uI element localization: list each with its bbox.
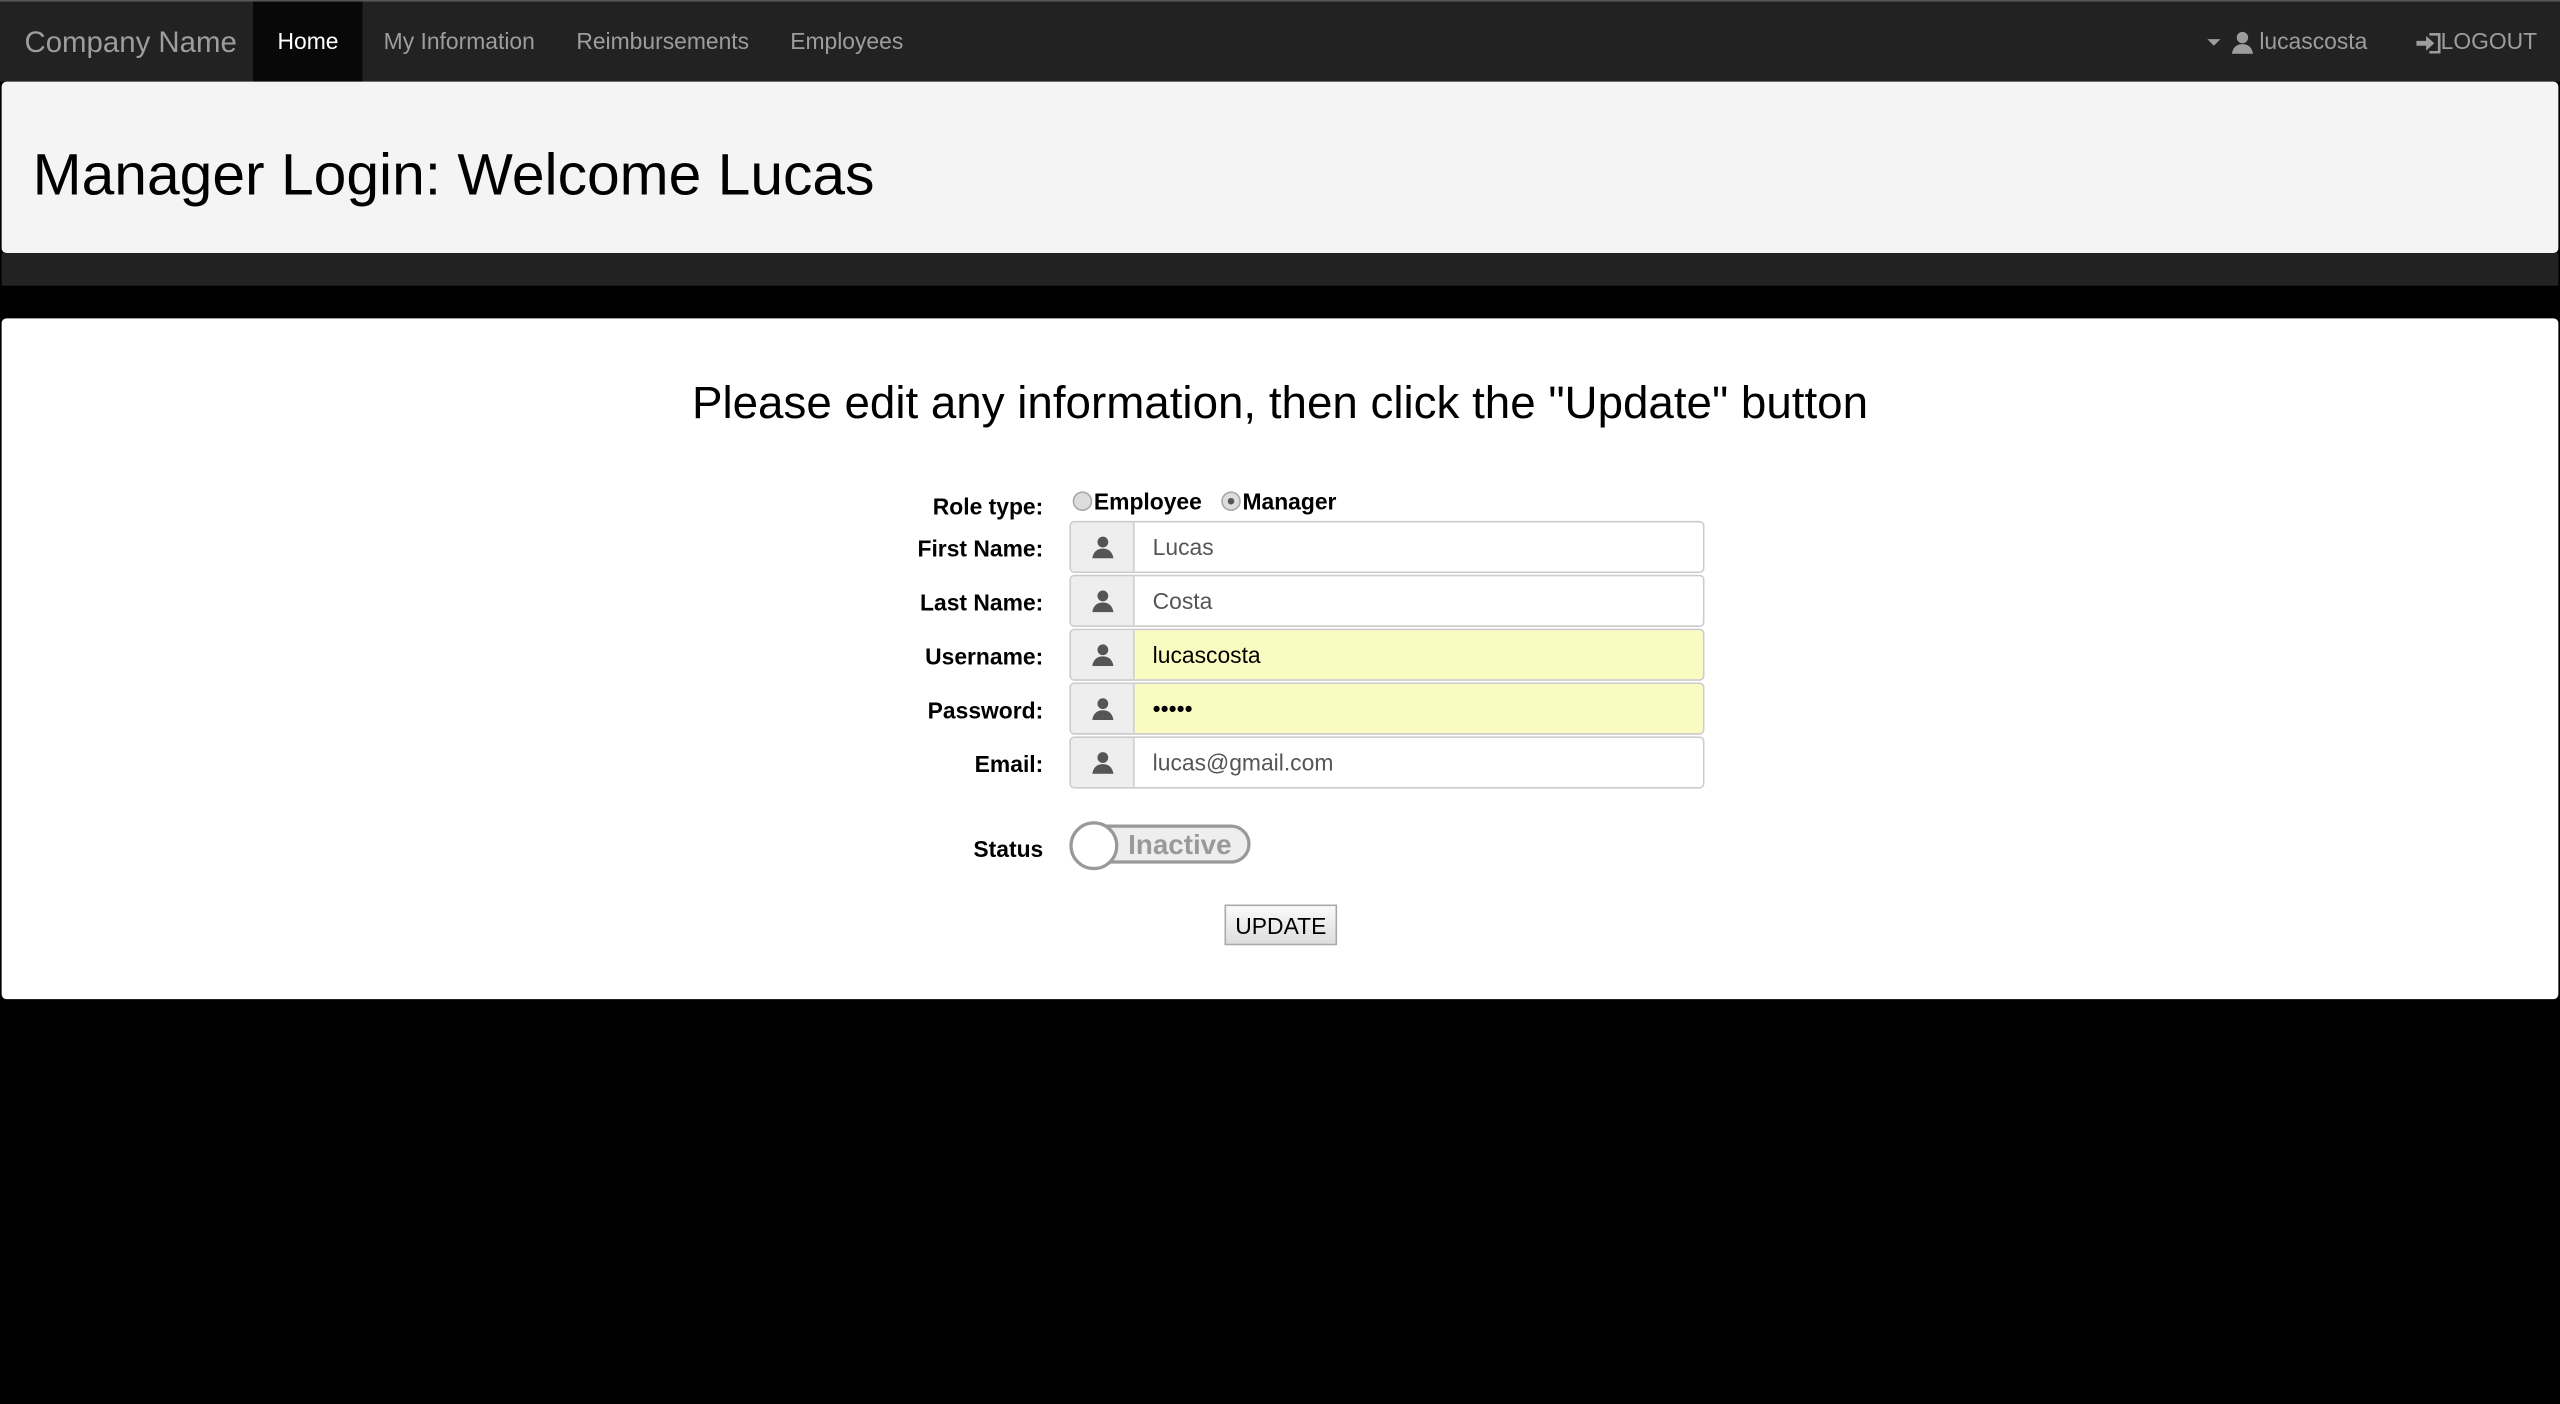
update-button[interactable]: UPDATE <box>1224 904 1338 946</box>
role-type-label: Role type: <box>932 493 1044 520</box>
username-label: lucascosta <box>2259 27 2368 54</box>
nav-reimbursements[interactable]: Reimbursements <box>552 2 774 82</box>
status-toggle[interactable]: Inactive <box>1069 821 1253 871</box>
status-value: Inactive <box>1128 829 1232 861</box>
email-label: Email: <box>974 751 1044 778</box>
logout-label: LOGOUT <box>2440 27 2538 54</box>
radio-label: Manager <box>1242 488 1337 515</box>
toggle-knob <box>1069 821 1119 871</box>
user-icon <box>2231 32 2253 55</box>
password-input[interactable] <box>1134 684 1703 734</box>
edit-form-panel: Please edit any information, then click … <box>1 318 2559 1000</box>
user-icon <box>1071 522 1135 572</box>
password-label: Password: <box>927 697 1044 724</box>
status-label: Status <box>973 835 1044 863</box>
username-field-label: Username: <box>925 643 1044 670</box>
brand-link[interactable]: Company Name <box>24 26 236 60</box>
logout-icon <box>2416 32 2441 54</box>
role-manager-radio[interactable]: Manager <box>1221 488 1336 514</box>
divider-bar <box>1 253 2559 286</box>
logout-link[interactable]: LOGOUT <box>2416 2 2537 82</box>
radio-label: Employee <box>1093 488 1202 515</box>
first-name-input[interactable] <box>1134 522 1703 572</box>
email-input[interactable] <box>1134 737 1703 787</box>
user-icon <box>1071 737 1135 787</box>
form-heading: Please edit any information, then click … <box>691 377 1869 428</box>
role-employee-radio[interactable]: Employee <box>1072 488 1202 515</box>
nav-my-information[interactable]: My Information <box>359 2 559 82</box>
user-icon <box>1071 684 1135 734</box>
email-group <box>1069 736 1705 789</box>
user-icon <box>1071 576 1135 626</box>
last-name-label: Last Name: <box>920 589 1044 616</box>
caret-down-icon <box>2207 39 2221 47</box>
user-dropdown[interactable]: lucascosta <box>2207 2 2367 82</box>
navbar: Company Name Home My Information Reimbur… <box>0 0 2560 82</box>
nav-home[interactable]: Home <box>253 1 364 82</box>
last-name-group <box>1069 574 1705 627</box>
username-input[interactable] <box>1134 630 1703 680</box>
username-group <box>1069 628 1705 681</box>
first-name-label: First Name: <box>917 535 1044 562</box>
password-group <box>1069 682 1705 735</box>
user-icon <box>1071 630 1135 680</box>
jumbotron: Manager Login: Welcome Lucas <box>1 81 2559 254</box>
page-title: Manager Login: Welcome Lucas <box>32 140 875 208</box>
first-name-group <box>1069 520 1705 574</box>
last-name-input[interactable] <box>1134 576 1703 626</box>
radio-icon <box>1072 491 1093 512</box>
radio-checked-icon <box>1221 491 1241 512</box>
nav-employees[interactable]: Employees <box>766 2 928 82</box>
